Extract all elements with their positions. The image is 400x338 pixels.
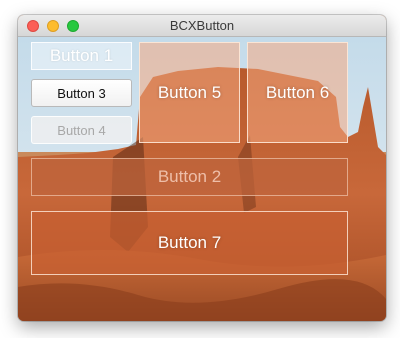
button-3[interactable]: Button 3 [31,79,132,107]
window-content: Button 1 Button 3 Button 4 Button 5 Butt… [18,37,386,321]
button-1[interactable]: Button 1 [31,42,132,70]
app-window: BCXButton Button 1 Button 3 Button 4 But… [18,15,386,321]
button-3-label: Button 3 [57,85,106,101]
title-bar[interactable]: BCXButton [18,15,386,37]
button-4[interactable]: Button 4 [31,116,132,144]
button-5[interactable]: Button 5 [139,42,240,143]
button-6[interactable]: Button 6 [247,42,348,143]
button-4-label: Button 4 [57,122,106,138]
button-5-label: Button 5 [157,82,222,102]
button-6-label: Button 6 [265,82,330,102]
button-7-label: Button 7 [157,233,222,252]
button-2-label: Button 2 [157,167,222,186]
button-1-label: Button 1 [49,46,114,65]
button-2[interactable]: Button 2 [31,158,348,196]
button-7[interactable]: Button 7 [31,211,348,275]
window-title: BCXButton [169,18,235,33]
